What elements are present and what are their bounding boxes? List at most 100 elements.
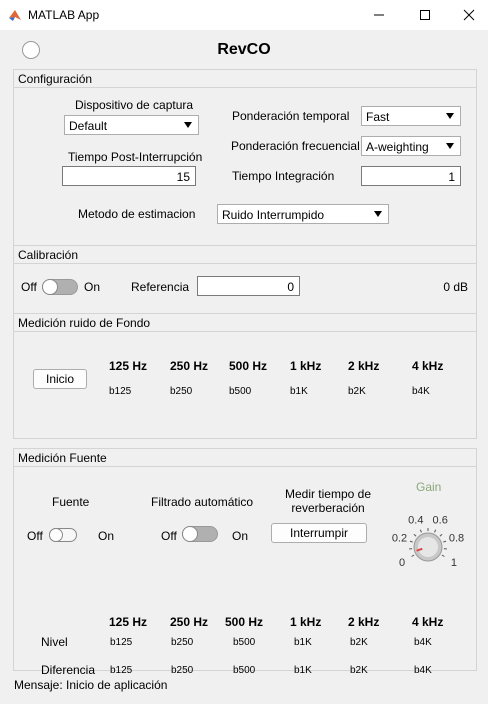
matlab-logo-icon [9,10,21,21]
diff-value-b2k: b2K [350,665,368,676]
app-area: RevCO Configuración Dispositivo de captu… [0,30,488,704]
level-value-b4k: b4K [414,637,432,648]
integration-time-value: 1 [448,170,455,184]
gain-tick [441,554,445,557]
level-row-label: Nivel [41,635,68,649]
frequency-weighting-dropdown[interactable]: A-weighting [361,136,461,156]
config-panel: Configuración Dispositivo de captura Def… [13,69,477,265]
auto-filter-off-label: Off [161,529,177,543]
source-panel: Medición Fuente Fuente Off On Filtrado a… [13,448,477,677]
band-header: 250 Hz [170,359,209,373]
diff-value-b500: b500 [233,665,256,676]
switch-knob [182,526,198,542]
source-switch[interactable] [49,528,77,542]
chevron-down-icon [374,211,382,217]
gain-tick-label: 0.8 [449,533,464,545]
temporal-weighting-dropdown[interactable]: Fast [361,106,461,126]
reference-value: 0 [287,280,294,294]
gain-tick-label: 0 [399,557,405,569]
frequency-weighting-value: A-weighting [366,140,429,154]
band-header: 125 Hz [109,359,148,373]
integration-time-label: Tiempo Integración [232,169,335,183]
noise-panel-title: Medición ruido de Fondo [18,316,151,330]
device-value: Default [69,119,108,133]
calibration-db-value: 0 dB [443,280,468,294]
noise-panel: Medición ruido de Fondo 125 Hz 250 Hz 50… [13,313,477,439]
post-interruption-value: 15 [176,170,190,184]
method-value: Ruido Interrumpido [222,208,325,222]
device-label: Dispositivo de captura [75,98,194,112]
source-on-label: On [98,529,115,543]
window-title: MATLAB App [28,8,100,22]
maximize-button[interactable] [402,0,448,30]
chevron-down-icon [446,113,454,119]
source-label: Fuente [52,495,90,509]
gain-tick [443,540,447,543]
calibration-panel-header: Calibración [14,246,476,264]
gain-knob[interactable]: 0 0.20.4 0.60.8 1 [380,493,476,593]
temporal-weighting-value: Fast [366,110,390,124]
band-header: 500 Hz [229,359,268,373]
device-dropdown[interactable]: Default [64,115,199,135]
minimize-icon [374,14,384,16]
gain-tick [434,529,437,533]
band-header: 1 kHz [290,615,322,629]
gain-tick [413,533,417,537]
calibration-switch[interactable] [42,279,78,295]
level-value-b250: b250 [171,637,194,648]
noise-panel-header: Medición ruido de Fondo [14,314,476,332]
band-header: 1 kHz [290,359,322,373]
gain-tick-label: 0.6 [433,515,448,527]
level-value-b500: b500 [233,637,256,648]
noise-value-b500: b500 [229,386,252,397]
integration-time-input[interactable]: 1 [361,166,461,186]
reverb-label-line2: reverberación [291,501,365,515]
maximize-icon [420,10,430,20]
post-interruption-input[interactable]: 15 [62,166,196,186]
close-icon [463,9,475,21]
auto-filter-switch[interactable] [182,526,218,542]
minimize-button[interactable] [356,0,402,30]
chevron-down-icon [184,122,192,128]
interrupt-button[interactable]: Interrumpir [271,523,367,543]
source-panel-header: Medición Fuente [14,449,476,467]
diff-value-b4k: b4K [414,665,432,676]
band-header: 250 Hz [170,615,209,629]
gain-tick-label: 0.4 [408,515,423,527]
source-off-label: Off [27,529,43,543]
gain-tick [419,529,422,533]
gain-tick-label: 1 [451,557,457,569]
diff-value-b250: b250 [171,665,194,676]
gain-tick [411,554,415,557]
band-header: 4 kHz [412,615,444,629]
gain-tick-label: 0.2 [392,533,407,545]
auto-filter-label: Filtrado automático [151,495,254,509]
method-dropdown[interactable]: Ruido Interrumpido [217,204,389,224]
auto-filter-on-label: On [232,529,249,543]
calibration-panel-title: Calibración [18,248,79,262]
reference-label: Referencia [131,280,190,294]
band-header: 125 Hz [109,615,148,629]
gain-tick [409,540,413,543]
method-label: Metodo de estimacion [78,207,196,221]
temporal-weighting-label: Ponderación temporal [232,109,350,123]
close-button[interactable] [446,0,488,30]
chevron-down-icon [446,143,454,149]
gain-tick [439,533,443,537]
reverb-label-line1: Medir tiempo de [284,487,372,501]
diff-value-b1k: b1K [294,665,312,676]
band-header: 2 kHz [348,359,380,373]
app-title: RevCO [217,41,271,58]
noise-start-button[interactable]: Inicio [33,369,87,389]
diff-value-b125: b125 [110,665,133,676]
noise-value-b1k: b1K [290,386,308,397]
status-message: Mensaje: Inicio de aplicación [14,678,168,692]
reference-input[interactable]: 0 [197,276,300,296]
noise-value-b125: b125 [109,386,132,397]
switch-knob [42,279,58,295]
post-interruption-label: Tiempo Post-Interrupción [68,150,203,164]
calibration-on-label: On [84,280,101,294]
difference-row-label: Diferencia [41,663,96,677]
gain-knob-cap [418,537,438,557]
noise-value-b2k: b2K [348,386,366,397]
